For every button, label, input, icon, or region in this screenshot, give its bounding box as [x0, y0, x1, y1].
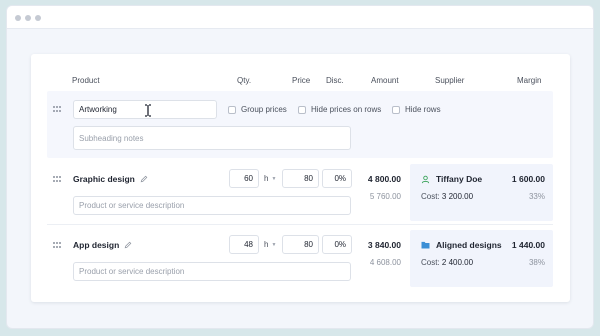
hide-rows-checkbox[interactable]: Hide rows [392, 105, 441, 114]
cost-value: 3 200.00 [441, 192, 474, 201]
pencil-icon[interactable] [140, 175, 148, 183]
description-placeholder: Product or service description [79, 267, 185, 276]
checkbox-box[interactable] [392, 105, 400, 114]
amount-secondary-value: 4 608.00 [369, 258, 401, 267]
window-dot-icon [35, 15, 41, 21]
unit-value: h [264, 240, 269, 249]
window-titlebar [7, 6, 593, 29]
line-item-description-input[interactable]: Product or service description [73, 262, 351, 281]
supplier-cost: Cost: 3 200.00 [421, 192, 473, 201]
header-amount: Amount [371, 76, 399, 85]
line-item-name-text: Graphic design [73, 174, 135, 184]
unit-select[interactable]: h ▼ [264, 169, 276, 188]
drag-handle-icon[interactable] [53, 176, 61, 182]
amount-value: 3 840.00 [367, 240, 401, 250]
drag-handle-icon[interactable] [53, 106, 61, 112]
header-supplier: Supplier [435, 76, 465, 85]
drag-handle-icon[interactable] [53, 242, 61, 248]
subheading-notes-input[interactable]: Subheading notes [73, 126, 351, 150]
unit-select[interactable]: h ▼ [264, 235, 276, 254]
line-item-description-input[interactable]: Product or service description [73, 196, 351, 215]
margin-percent: 38% [528, 258, 545, 267]
pencil-icon[interactable] [124, 241, 132, 249]
quote-table-card: Product Qty. Price Disc. Amount Supplier… [31, 54, 570, 302]
hide-prices-checkbox[interactable]: Hide prices on rows [298, 105, 381, 114]
header-price: Price [292, 76, 311, 85]
cost-label: Cost: [421, 258, 440, 267]
checkbox-box[interactable] [298, 105, 306, 114]
qty-value: 60 [244, 174, 253, 183]
row-divider [47, 224, 553, 225]
app-window: Product Qty. Price Disc. Amount Supplier… [6, 5, 594, 329]
header-margin: Margin [517, 76, 542, 85]
qty-value: 48 [244, 240, 253, 249]
margin-percent: 33% [528, 192, 545, 201]
unit-value: h [264, 174, 269, 183]
supplier-name-text: Tiffany Doe [436, 174, 483, 184]
amount-secondary-value: 5 760.00 [369, 192, 401, 201]
price-value: 80 [304, 174, 313, 183]
checkbox-box[interactable] [228, 105, 236, 114]
notes-placeholder: Subheading notes [79, 133, 144, 143]
header-product: Product [72, 76, 100, 85]
price-input[interactable]: 80 [282, 235, 319, 254]
cost-label: Cost: [421, 192, 440, 201]
supplier-name[interactable]: Tiffany Doe [421, 174, 482, 184]
cost-value: 2 400.00 [441, 258, 474, 267]
line-item-name[interactable]: Graphic design [73, 171, 148, 187]
checkbox-label: Hide rows [405, 105, 441, 114]
margin-value: 1 600.00 [511, 174, 545, 184]
margin-value: 1 440.00 [511, 240, 545, 250]
group-prices-checkbox[interactable]: Group prices [228, 105, 287, 114]
line-item-name-text: App design [73, 240, 120, 250]
chevron-down-icon: ▼ [271, 175, 277, 182]
qty-input[interactable]: 48 [229, 235, 259, 254]
line-item-name[interactable]: App design [73, 237, 132, 253]
price-value: 80 [304, 240, 313, 249]
price-input[interactable]: 80 [282, 169, 319, 188]
checkbox-label: Hide prices on rows [311, 105, 382, 114]
subheading-name-input[interactable]: Artworking [73, 100, 217, 119]
window-dot-icon [15, 15, 21, 21]
checkbox-label: Group prices [241, 105, 287, 114]
window-dot-icon [25, 15, 31, 21]
subheading-name-value: Artworking [79, 105, 117, 114]
amount-value: 4 800.00 [367, 174, 401, 184]
folder-icon [421, 241, 430, 249]
text-cursor-icon [145, 104, 151, 117]
header-qty: Qty. [237, 76, 252, 85]
supplier-cost: Cost: 2 400.00 [421, 258, 473, 267]
chevron-down-icon: ▼ [271, 241, 277, 248]
description-placeholder: Product or service description [79, 201, 185, 210]
header-disc: Disc. [326, 76, 344, 85]
qty-input[interactable]: 60 [229, 169, 259, 188]
person-icon [421, 175, 430, 183]
